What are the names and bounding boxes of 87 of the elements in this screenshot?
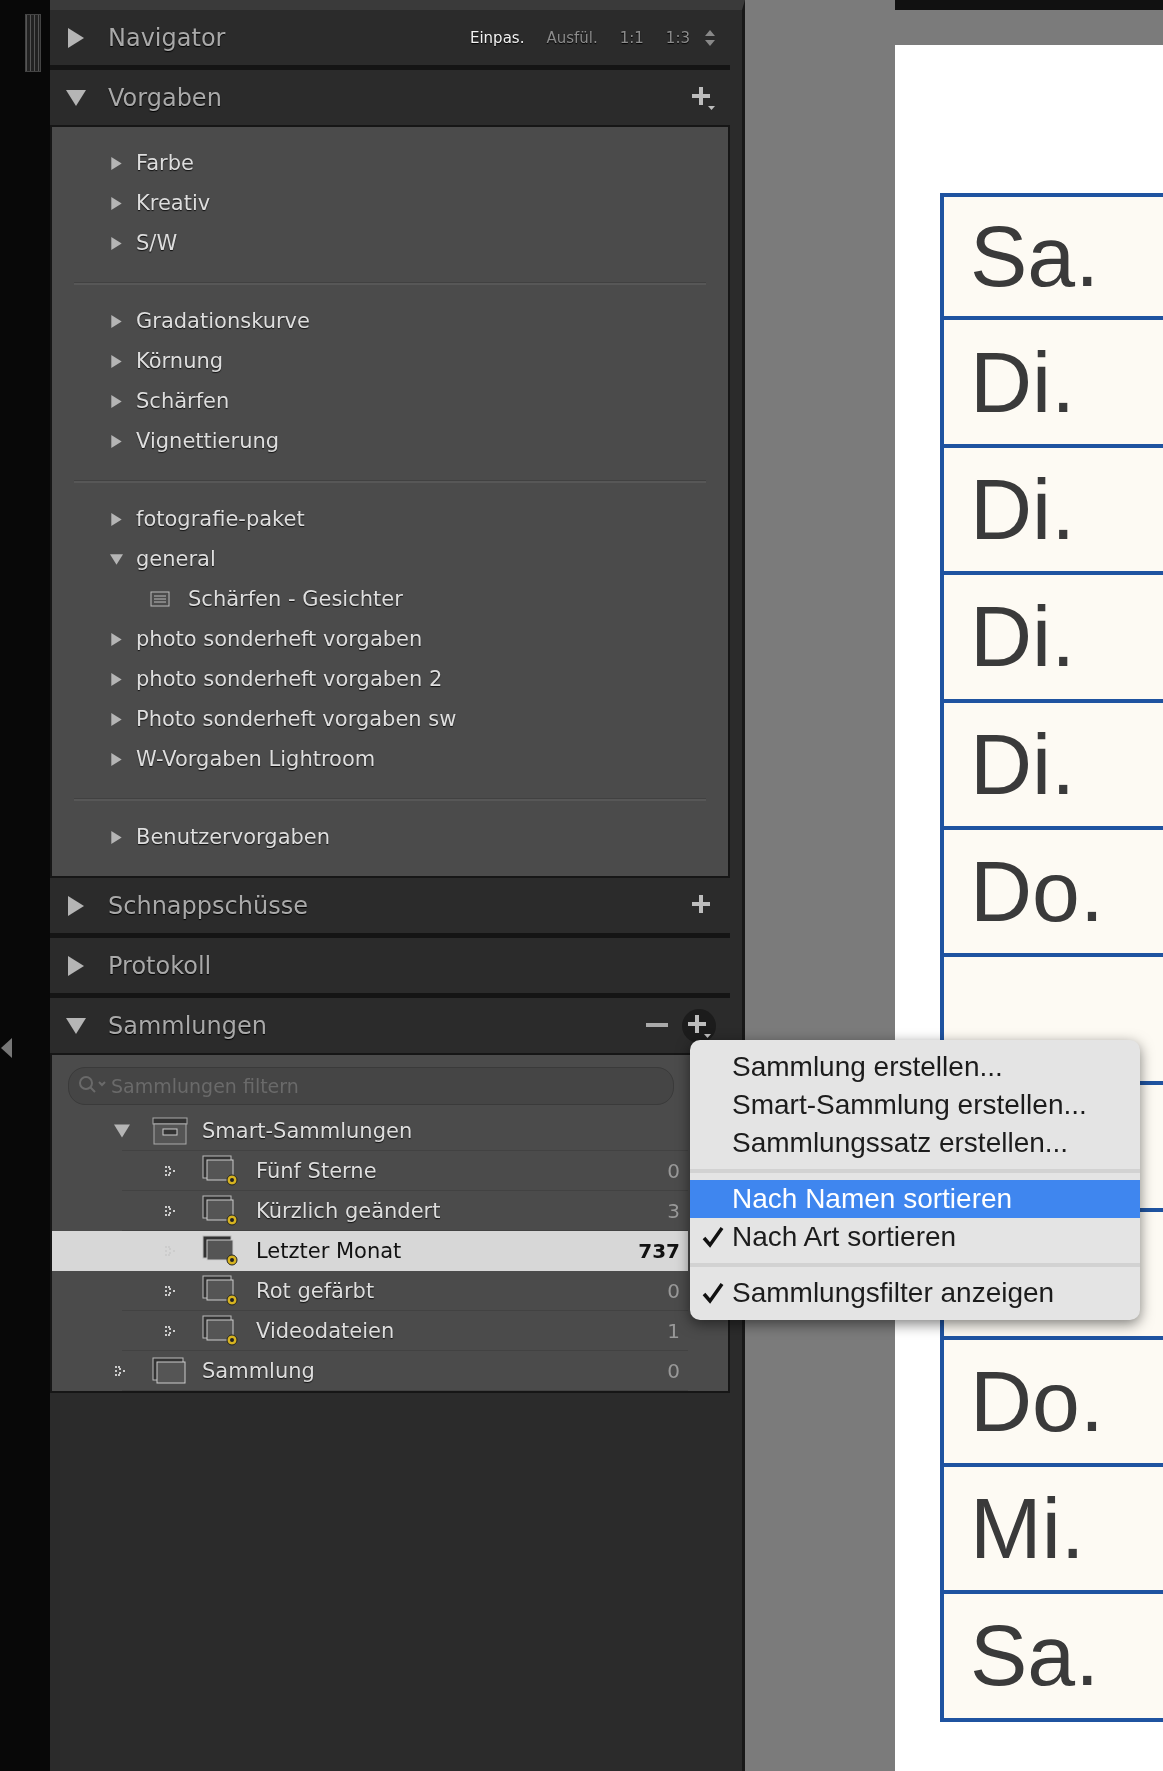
checkmark-icon: [702, 1282, 724, 1304]
panel-toggle-icon[interactable]: [66, 87, 86, 108]
preset-folder[interactable]: Gradationskurve: [136, 309, 310, 333]
collection-icon: [152, 1357, 188, 1385]
preset-folder[interactable]: fotografie-paket: [136, 507, 305, 531]
disclosure-triangle-icon[interactable]: [110, 632, 123, 646]
menu-item[interactable]: Sammlungssatz erstellen...: [690, 1124, 1140, 1162]
disclosure-triangle-icon[interactable]: [110, 752, 123, 766]
cell-text: Sa.: [970, 1606, 1100, 1706]
dotted-arrow-icon[interactable]: [164, 1324, 178, 1338]
preset-folder[interactable]: W-Vorgaben Lightroom: [136, 747, 376, 771]
disclosure-triangle-icon[interactable]: [110, 236, 123, 250]
dotted-arrow-icon[interactable]: [164, 1204, 178, 1218]
zoom-option[interactable]: Ausfül.: [546, 28, 598, 47]
disclosure-triangle-icon[interactable]: [110, 156, 123, 170]
menu-item[interactable]: Smart-Sammlung erstellen...: [690, 1086, 1140, 1124]
panel-toggle-icon[interactable]: [66, 955, 86, 976]
dotted-arrow-icon[interactable]: [164, 1284, 178, 1298]
panel-title[interactable]: Protokoll: [108, 951, 212, 980]
preset-folder[interactable]: general: [136, 547, 216, 571]
collection-item[interactable]: Fünf Sterne: [256, 1159, 377, 1183]
item-count: 0: [667, 1279, 680, 1303]
cell-text: Di.: [970, 714, 1076, 814]
collection-set-icon: [152, 1117, 188, 1145]
disclosure-triangle-icon[interactable]: [110, 394, 123, 408]
panel-title[interactable]: Schnappschüsse: [108, 891, 308, 920]
zoom-option[interactable]: Einpas.: [469, 28, 525, 47]
item-count: 1: [667, 1319, 680, 1343]
collection-item[interactable]: Sammlung: [202, 1359, 315, 1383]
disclosure-triangle-icon[interactable]: [110, 672, 123, 686]
plus-icon[interactable]: [686, 1012, 712, 1039]
preset-folder[interactable]: photo sonderheft vorgaben 2: [136, 667, 443, 691]
cell-text: Di.: [970, 332, 1076, 432]
cell-text: Di.: [970, 459, 1076, 559]
item-count: 3: [667, 1199, 680, 1223]
panel-toggle-icon[interactable]: [66, 895, 86, 916]
panel-toggle-icon[interactable]: [66, 27, 86, 48]
disclosure-triangle-icon[interactable]: [110, 712, 123, 726]
disclosure-triangle-icon[interactable]: [110, 354, 123, 368]
disclosure-triangle-icon[interactable]: [110, 314, 123, 328]
preset-folder[interactable]: Farbe: [136, 151, 194, 175]
cell-text: Do.: [970, 842, 1104, 942]
disclosure-triangle-icon[interactable]: [110, 552, 123, 566]
checkmark-icon: [702, 1226, 724, 1248]
item-count: 737: [638, 1239, 680, 1263]
panel-title[interactable]: Navigator: [108, 23, 226, 52]
panel-toggle-icon[interactable]: [66, 1015, 86, 1036]
collection-item[interactable]: Letzter Monat: [256, 1239, 402, 1263]
item-count: 0: [667, 1159, 680, 1183]
collection-item[interactable]: Rot gefärbt: [256, 1279, 375, 1303]
collection-item[interactable]: Videodateien: [256, 1319, 395, 1343]
menu-item[interactable]: Sammlung erstellen...: [690, 1048, 1140, 1086]
cell-text: Sa.: [970, 207, 1100, 307]
preset-folder[interactable]: Kreativ: [136, 191, 211, 215]
panel-grip[interactable]: [25, 14, 41, 72]
item-count: 0: [667, 1359, 680, 1383]
collection-item[interactable]: Smart-Sammlungen: [202, 1119, 413, 1143]
collection-item[interactable]: Kürzlich geändert: [256, 1199, 441, 1223]
preset-folder[interactable]: photo sonderheft vorgaben: [136, 627, 423, 651]
cell-text: Mi.: [970, 1479, 1085, 1579]
plus-icon[interactable]: [690, 84, 716, 111]
menu-item[interactable]: Nach Namen sortieren: [690, 1180, 1140, 1218]
menu-item[interactable]: Nach Art sortieren: [690, 1218, 1140, 1256]
panel-title[interactable]: Vorgaben: [108, 83, 222, 112]
dotted-arrow-icon[interactable]: [114, 1364, 128, 1378]
minus-icon[interactable]: [646, 1022, 668, 1029]
disclosure-triangle-icon[interactable]: [110, 830, 123, 844]
dotted-arrow-icon[interactable]: [164, 1164, 178, 1178]
preset-folder[interactable]: S/W: [136, 231, 178, 255]
cell-text: Di.: [970, 587, 1076, 687]
zoom-option[interactable]: 1:1: [619, 28, 644, 47]
panel-title[interactable]: Sammlungen: [108, 1011, 267, 1040]
disclosure-triangle-icon[interactable]: [110, 196, 123, 210]
preset-folder[interactable]: Körnung: [136, 349, 224, 373]
collapse-arrow-icon[interactable]: [0, 1036, 12, 1060]
disclosure-triangle-icon[interactable]: [114, 1123, 130, 1139]
menu-item[interactable]: Sammlungsfilter anzeigen: [690, 1274, 1140, 1312]
cell-text: Do.: [970, 1351, 1104, 1451]
preset-folder[interactable]: Benutzervorgaben: [136, 825, 331, 849]
preset-icon: [150, 591, 170, 607]
preset-folder[interactable]: Vignettierung: [136, 429, 280, 453]
disclosure-triangle-icon[interactable]: [110, 512, 123, 526]
preset-folder[interactable]: Schärfen - Gesichter: [188, 587, 403, 611]
preset-folder[interactable]: Photo sonderheft vorgaben sw: [136, 707, 457, 731]
zoom-option[interactable]: 1:3: [665, 28, 690, 47]
disclosure-triangle-icon[interactable]: [110, 434, 123, 448]
preset-folder[interactable]: Schärfen: [136, 389, 230, 413]
